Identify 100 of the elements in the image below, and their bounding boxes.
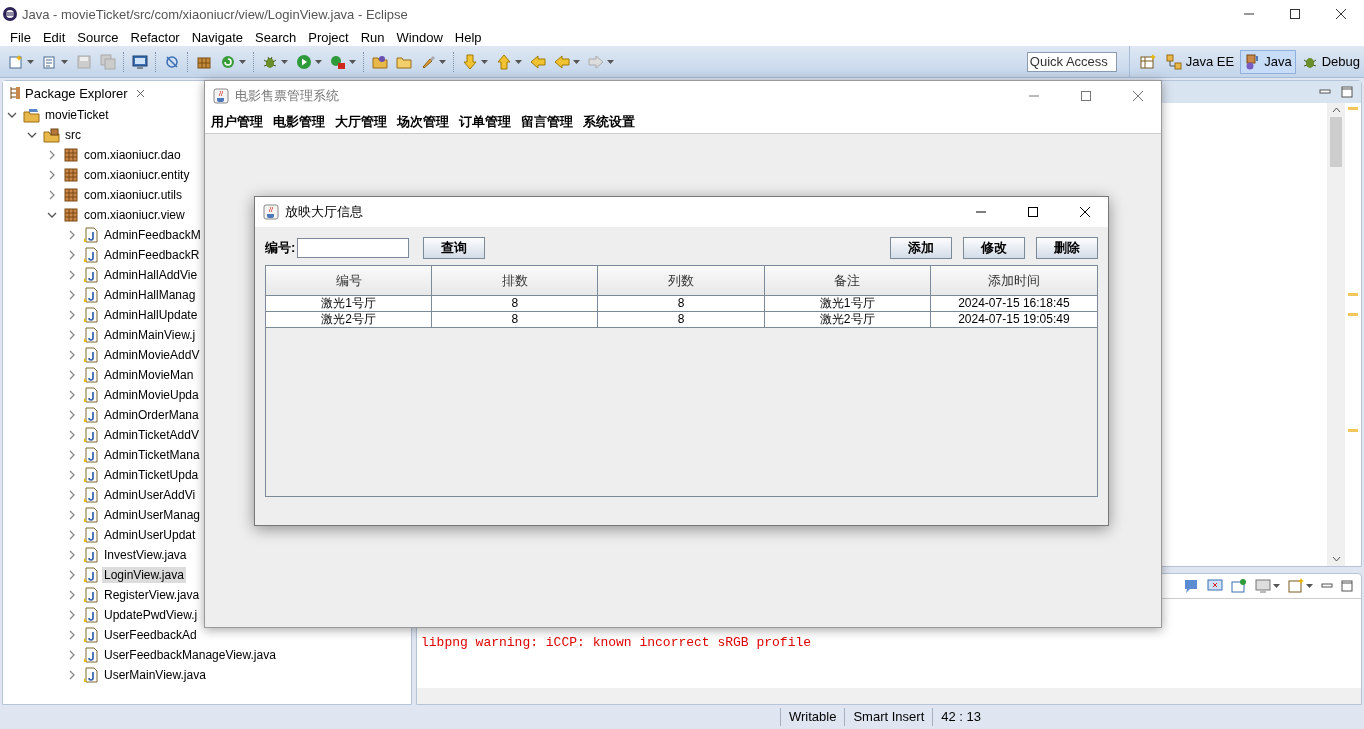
- column-header[interactable]: 排数: [432, 266, 599, 296]
- tree-item-label: AdminMainView.j: [103, 327, 197, 343]
- chevron-icon[interactable]: [67, 270, 77, 280]
- chevron-icon[interactable]: [67, 350, 77, 360]
- chevron-icon[interactable]: [47, 190, 57, 200]
- chevron-icon[interactable]: [67, 490, 77, 500]
- chevron-icon[interactable]: [67, 550, 77, 560]
- chevron-icon[interactable]: [67, 410, 77, 420]
- tree-item-label: AdminFeedbackM: [103, 227, 202, 243]
- menu-item[interactable]: 订单管理: [455, 113, 517, 131]
- chevron-icon[interactable]: [67, 470, 77, 480]
- chevron-icon[interactable]: [67, 570, 77, 580]
- chevron-icon[interactable]: [67, 310, 77, 320]
- caret-icon: [315, 59, 322, 64]
- chevron-icon[interactable]: [67, 530, 77, 540]
- menu-item[interactable]: 电影管理: [269, 113, 331, 131]
- menu-item[interactable]: Edit: [36, 29, 72, 45]
- search-button[interactable]: 查询: [423, 237, 486, 259]
- chevron-icon[interactable]: [47, 210, 57, 220]
- java-file-icon: [83, 607, 99, 623]
- input-field[interactable]: [297, 238, 410, 258]
- chevron-icon[interactable]: [67, 610, 77, 620]
- view-tab-title[interactable]: Package Explorer: [25, 85, 128, 101]
- overview-marker[interactable]: [1348, 313, 1358, 316]
- overview-marker[interactable]: [1348, 107, 1358, 110]
- chevron-icon[interactable]: [67, 390, 77, 400]
- monitor-icon[interactable]: [1255, 578, 1271, 594]
- new-window-icon[interactable]: [1288, 578, 1304, 594]
- column-header[interactable]: 添加时间: [930, 266, 1097, 296]
- package-icon: [63, 207, 79, 223]
- scrollbar[interactable]: [1327, 103, 1345, 566]
- caret-icon: [573, 59, 580, 64]
- maximize-icon[interactable]: [1341, 86, 1353, 98]
- tree-item-label: AdminUserUpdat: [103, 527, 197, 543]
- perspective-button[interactable]: Java EE: [1161, 49, 1239, 74]
- column-header[interactable]: 编号: [266, 266, 433, 296]
- action-button[interactable]: 删除: [1036, 237, 1098, 259]
- tree-item-label: com.xiaoniucr.view: [83, 207, 186, 223]
- column-header[interactable]: 备注: [764, 266, 931, 296]
- menu-item[interactable]: Window: [390, 29, 449, 45]
- chevron-icon[interactable]: [67, 590, 77, 600]
- perspective-button[interactable]: Debug: [1297, 49, 1364, 74]
- chevron-icon[interactable]: [47, 170, 57, 180]
- package-icon: [63, 167, 79, 183]
- chevron-icon[interactable]: [67, 290, 77, 300]
- monitor-icon[interactable]: [1207, 578, 1223, 594]
- caret-icon: [515, 59, 522, 64]
- menu-item[interactable]: 用户管理: [207, 113, 269, 131]
- menu-item[interactable]: Refactor: [124, 29, 186, 45]
- chevron-icon[interactable]: [7, 110, 17, 120]
- menu-item[interactable]: File: [4, 29, 37, 45]
- chevron-icon[interactable]: [67, 250, 77, 260]
- chevron-icon[interactable]: [47, 150, 57, 160]
- menu-item[interactable]: 系统设置: [579, 113, 641, 131]
- quick-access-field[interactable]: Quick Access: [1026, 51, 1117, 72]
- chevron-icon[interactable]: [67, 450, 77, 460]
- menu-item[interactable]: 留言管理: [517, 113, 579, 131]
- column-header[interactable]: 列数: [598, 266, 765, 296]
- menu-item[interactable]: Source: [71, 29, 125, 45]
- chevron-icon[interactable]: [67, 630, 77, 640]
- maximize-icon[interactable]: [1341, 580, 1353, 592]
- scroll-up-icon[interactable]: [1331, 107, 1341, 113]
- scrollbar[interactable]: [417, 688, 1361, 704]
- scroll-down-icon[interactable]: [1331, 556, 1341, 562]
- folder-icon: [372, 53, 388, 70]
- action-button[interactable]: 添加: [890, 237, 952, 259]
- chevron-icon[interactable]: [67, 230, 77, 240]
- arrow-right-icon: [588, 53, 604, 70]
- chevron-icon[interactable]: [67, 430, 77, 440]
- caret-icon: [239, 59, 246, 64]
- overview-marker[interactable]: [1348, 293, 1358, 296]
- dialog-title: 放映大厅信息: [285, 203, 364, 221]
- menu-item[interactable]: Run: [354, 29, 391, 45]
- chevron-icon[interactable]: [67, 650, 77, 660]
- chevron-icon[interactable]: [67, 510, 77, 520]
- perspective-button[interactable]: Java: [1240, 49, 1296, 74]
- menu-item[interactable]: Navigate: [185, 29, 249, 45]
- tree-item-label: AdminTicketAddV: [103, 427, 200, 443]
- window-plus-icon: [1139, 53, 1156, 70]
- chevron-icon[interactable]: [67, 670, 77, 680]
- chevron-icon[interactable]: [67, 370, 77, 380]
- chat-icon[interactable]: [1183, 578, 1199, 594]
- java-cup-icon: [263, 204, 279, 220]
- table-cell: 激光2号厅: [764, 312, 931, 328]
- new-class-icon: [42, 53, 58, 70]
- menu-item[interactable]: 大厅管理: [331, 113, 393, 131]
- caret-icon: [281, 59, 288, 64]
- chevron-icon[interactable]: [27, 130, 37, 140]
- tree-item-label: AdminUserManag: [103, 507, 202, 523]
- menu-item[interactable]: 场次管理: [393, 113, 455, 131]
- tree-item-label: UpdatePwdView.j: [103, 607, 199, 623]
- scroll-thumb[interactable]: [1330, 117, 1342, 167]
- overview-marker[interactable]: [1348, 429, 1358, 432]
- caret-icon: [607, 59, 614, 64]
- close-icon[interactable]: [135, 88, 145, 98]
- menu-item[interactable]: Help: [448, 29, 488, 45]
- menu-item[interactable]: Project: [302, 29, 355, 45]
- chevron-icon[interactable]: [67, 330, 77, 340]
- action-button[interactable]: 修改: [963, 237, 1025, 259]
- menu-item[interactable]: Search: [249, 29, 303, 45]
